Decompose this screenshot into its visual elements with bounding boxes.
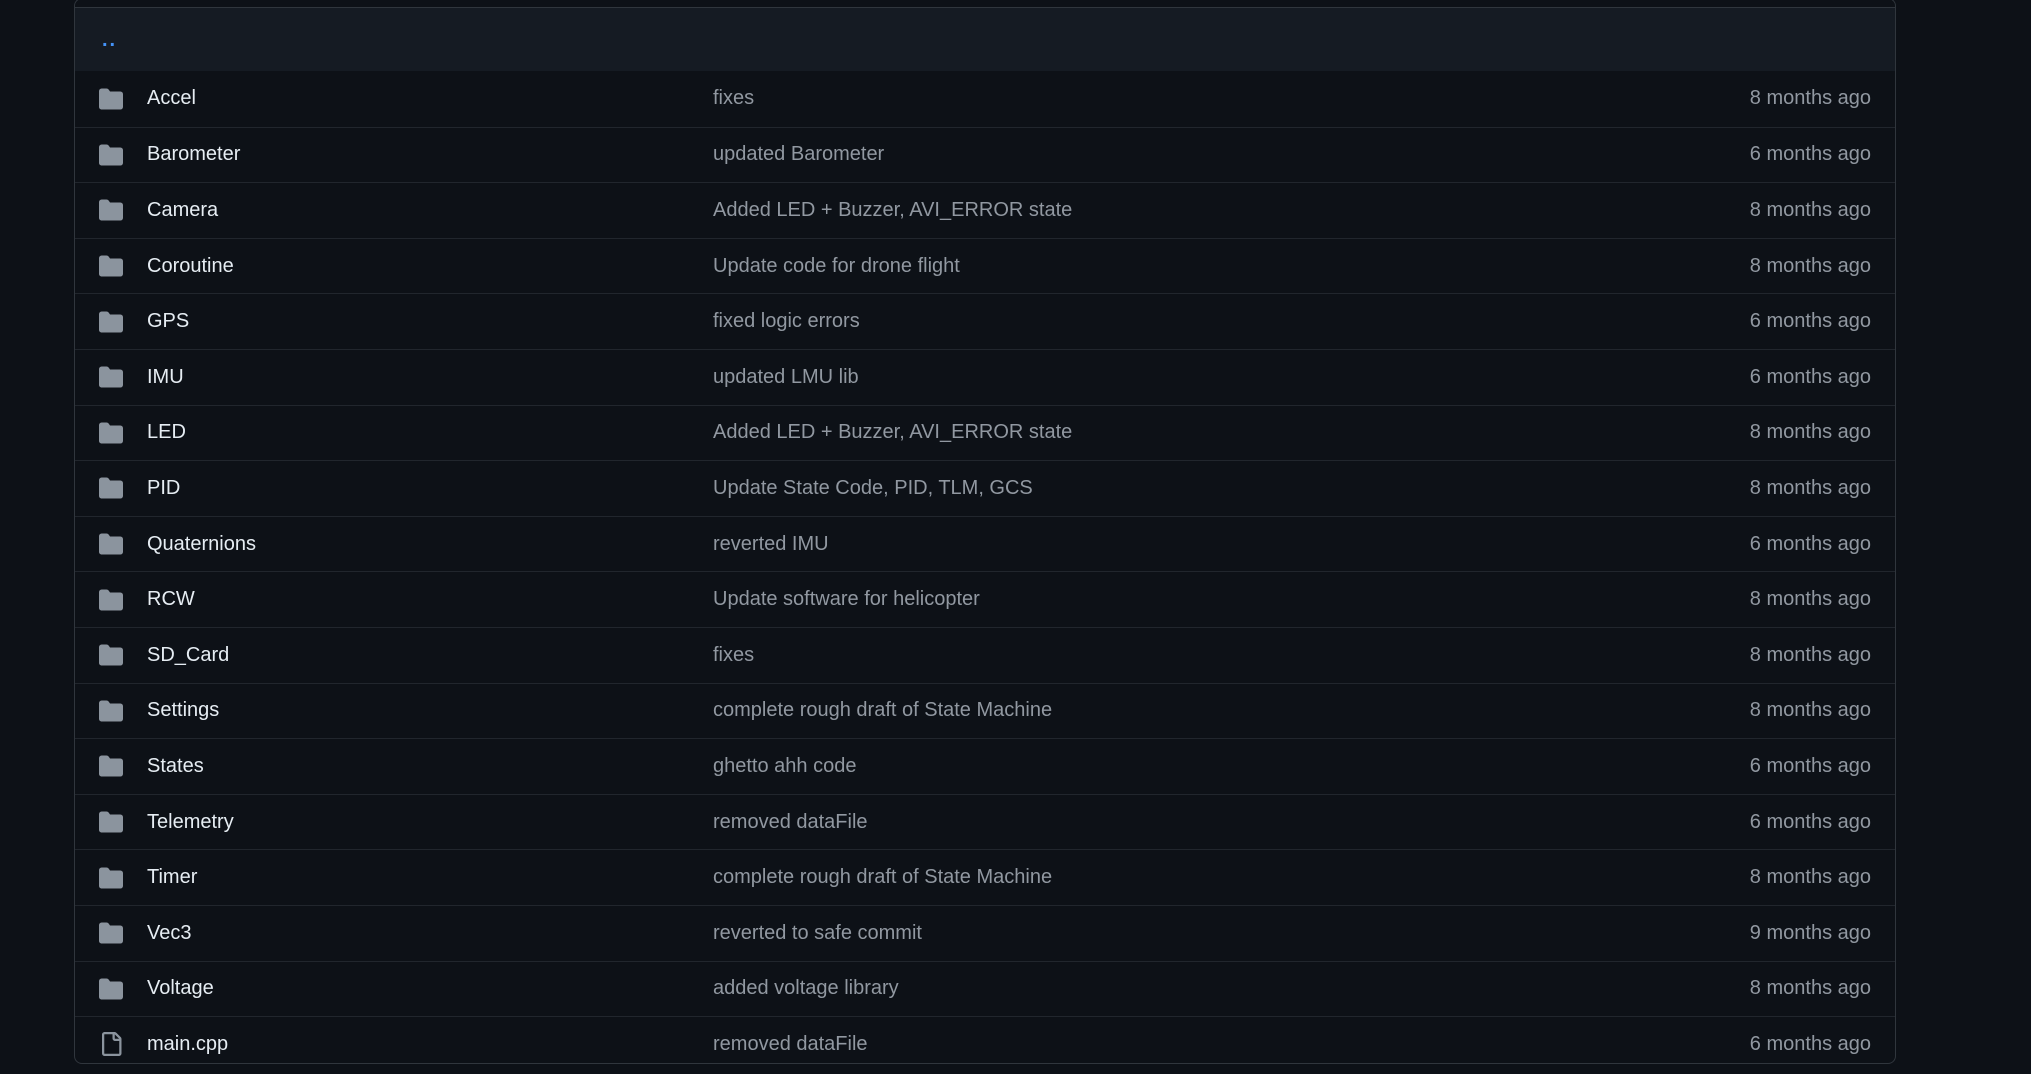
commit-age: 8 months ago (1749, 87, 1871, 110)
folder-icon (75, 365, 147, 389)
commit-age: 8 months ago (1749, 254, 1871, 277)
table-row[interactable]: Timer complete rough draft of State Machi… (75, 849, 1895, 905)
commit-message-link[interactable]: fixes (713, 644, 754, 667)
table-row[interactable]: Coroutine Update code for drone flight 8 m… (75, 237, 1895, 294)
commit-age: 6 months ago (1749, 810, 1871, 833)
commit-message-link[interactable]: updated Barometer (713, 143, 884, 166)
item-name-link[interactable]: Vec3 (147, 922, 191, 945)
folder-icon (75, 810, 147, 834)
table-row[interactable]: Settings complete rough draft of State Ma… (75, 682, 1895, 739)
commit-age: 8 months ago (1749, 866, 1871, 889)
commit-age: 8 months ago (1749, 476, 1871, 499)
commit-message-link[interactable]: removed dataFile (713, 811, 868, 834)
commit-message-link[interactable]: Added LED + Buzzer, AVI_ERROR state (713, 421, 1072, 444)
commit-message-link[interactable]: Update State Code, PID, TLM, GCS (713, 477, 1033, 500)
commit-age: 8 months ago (1749, 198, 1871, 221)
table-row[interactable]: main.cpp removed dataFile 6 months ago (75, 1016, 1895, 1063)
table-row[interactable]: Telemetry removed dataFile 6 months ago (75, 793, 1895, 850)
commit-age: 6 months ago (1749, 310, 1871, 333)
commit-message-link[interactable]: Update software for helicopter (713, 588, 980, 611)
table-row[interactable]: Voltage added voltage library 8 months ago (75, 960, 1895, 1017)
commit-age: 9 months ago (1749, 921, 1871, 944)
commit-message-link[interactable]: complete rough draft of State Machine (713, 866, 1052, 889)
folder-icon (75, 421, 147, 445)
table-row[interactable]: GPS fixed logic errors 6 months ago (75, 293, 1895, 349)
folder-icon (75, 143, 147, 167)
item-name-link[interactable]: SD_Card (147, 644, 229, 667)
commit-message-link[interactable]: complete rough draft of State Machine (713, 699, 1052, 722)
commit-age: 6 months ago (1749, 1032, 1871, 1055)
commit-age: 8 months ago (1749, 643, 1871, 666)
table-row[interactable]: Camera Added LED + Buzzer, AVI_ERROR stat… (75, 182, 1895, 238)
table-row[interactable]: Accel fixes 8 months ago (75, 71, 1895, 127)
commit-age: 6 months ago (1749, 532, 1871, 555)
table-row[interactable]: Barometer updated Barometer 6 months ago (75, 126, 1895, 183)
folder-icon (75, 977, 147, 1001)
folder-icon (75, 643, 147, 667)
folder-icon (75, 254, 147, 278)
folder-icon (75, 532, 147, 556)
commit-message-link[interactable]: fixes (713, 87, 754, 110)
folder-icon (75, 588, 147, 612)
commit-message-link[interactable]: updated LMU lib (713, 366, 859, 389)
folder-icon (75, 310, 147, 334)
item-name-link[interactable]: Timer (147, 866, 197, 889)
commit-message-link[interactable]: Added LED + Buzzer, AVI_ERROR state (713, 199, 1072, 222)
item-name-link[interactable]: main.cpp (147, 1033, 228, 1056)
commit-message-link[interactable]: fixed logic errors (713, 310, 860, 333)
commit-message-link[interactable]: added voltage library (713, 977, 899, 1000)
item-name-link[interactable]: Voltage (147, 977, 214, 1000)
item-name-link[interactable]: Barometer (147, 143, 240, 166)
item-name-link[interactable]: Accel (147, 87, 196, 110)
item-name-link[interactable]: Telemetry (147, 811, 234, 834)
commit-age: 6 months ago (1749, 365, 1871, 388)
table-row[interactable]: Vec3 reverted to safe commit 9 months ago (75, 904, 1895, 961)
item-name-link[interactable]: RCW (147, 588, 195, 611)
item-name-link[interactable]: PID (147, 477, 180, 500)
folder-icon (75, 754, 147, 778)
commit-age: 6 months ago (1749, 143, 1871, 166)
parent-directory-row[interactable]: .. (75, 7, 1895, 71)
parent-directory-link[interactable]: .. (102, 30, 117, 50)
item-name-link[interactable]: States (147, 755, 204, 778)
table-row[interactable]: LED Added LED + Buzzer, AVI_ERROR state 8 … (75, 404, 1895, 461)
commit-message-link[interactable]: Update code for drone flight (713, 255, 960, 278)
table-row[interactable]: IMU updated LMU lib 6 months ago (75, 348, 1895, 405)
commit-age: 8 months ago (1749, 421, 1871, 444)
file-table: .. Accel fixes 8 months ago Barometer update… (74, 0, 1896, 1064)
item-name-link[interactable]: GPS (147, 310, 189, 333)
table-row[interactable]: RCW Update software for helicopter 8 month… (75, 571, 1895, 627)
folder-icon (75, 476, 147, 500)
folder-icon (75, 866, 147, 890)
folder-icon (75, 699, 147, 723)
table-row[interactable]: States ghetto ahh code 6 months ago (75, 738, 1895, 794)
folder-icon (75, 87, 147, 111)
commit-age: 8 months ago (1749, 699, 1871, 722)
item-name-link[interactable]: LED (147, 421, 186, 444)
folder-icon (75, 921, 147, 945)
item-name-link[interactable]: IMU (147, 366, 184, 389)
commit-message-link[interactable]: reverted IMU (713, 533, 829, 556)
commit-message-link[interactable]: reverted to safe commit (713, 922, 922, 945)
folder-icon (75, 198, 147, 222)
table-row[interactable]: Quaternions reverted IMU 6 months ago (75, 515, 1895, 572)
file-list: Accel fixes 8 months ago Barometer updated B… (75, 71, 1895, 1063)
commit-age: 8 months ago (1749, 977, 1871, 1000)
table-row[interactable]: PID Update State Code, PID, TLM, GCS 8 mon… (75, 460, 1895, 516)
table-row[interactable]: SD_Card fixes 8 months ago (75, 626, 1895, 683)
item-name-link[interactable]: Coroutine (147, 255, 234, 278)
commit-message-link[interactable]: removed dataFile (713, 1033, 868, 1056)
commit-age: 6 months ago (1749, 754, 1871, 777)
item-name-link[interactable]: Camera (147, 199, 218, 222)
item-name-link[interactable]: Settings (147, 699, 219, 722)
item-name-link[interactable]: Quaternions (147, 533, 256, 556)
commit-age: 8 months ago (1749, 588, 1871, 611)
commit-message-link[interactable]: ghetto ahh code (713, 755, 856, 778)
file-icon (75, 1032, 147, 1057)
